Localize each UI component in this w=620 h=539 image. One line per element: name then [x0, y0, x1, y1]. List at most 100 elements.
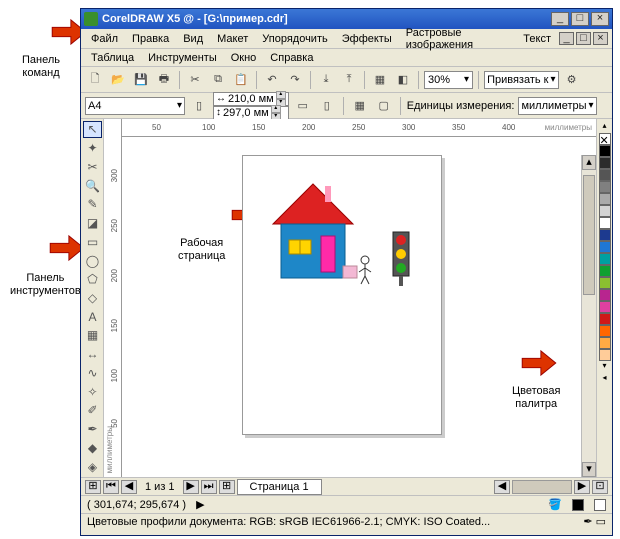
tool-rectangle[interactable]: ▭	[83, 233, 102, 250]
menu-arrange[interactable]: Упорядочить	[256, 31, 333, 47]
swatch[interactable]	[599, 277, 611, 289]
swatch[interactable]	[599, 181, 611, 193]
swatch[interactable]	[599, 169, 611, 181]
hscroll-right[interactable]: ▶	[574, 480, 590, 494]
tool-pick[interactable]: ↖	[83, 121, 102, 138]
cut-button[interactable]: ✂	[185, 70, 205, 90]
palette-scroll-down[interactable]: ▾	[602, 361, 606, 373]
tool-shape[interactable]: ✦	[83, 140, 102, 157]
tool-text[interactable]: A	[83, 308, 102, 325]
palette-flyout[interactable]: ◂	[602, 373, 606, 385]
export-button[interactable]: ⤒	[339, 70, 359, 90]
single-page-button[interactable]: ▢	[374, 96, 394, 116]
swatch[interactable]	[599, 337, 611, 349]
tool-zoom[interactable]: 🔍	[83, 177, 102, 194]
swatch[interactable]	[599, 289, 611, 301]
maximize-button[interactable]: □	[571, 12, 589, 26]
menu-text[interactable]: Текст	[517, 31, 557, 47]
scrollbar-vertical[interactable]: ▴ ▾	[581, 155, 596, 477]
last-page-button[interactable]: ⏭	[201, 480, 217, 494]
tool-interactive-fill[interactable]: ◈	[83, 458, 102, 475]
zoom-combo[interactable]: 30%▾	[424, 71, 473, 89]
menu-window[interactable]: Окно	[225, 50, 263, 66]
page-height-input[interactable]: ↕297,0 мм▴▾	[213, 106, 289, 120]
swatch[interactable]	[599, 157, 611, 169]
paper-size-combo[interactable]: A4▾	[85, 97, 185, 115]
tool-polygon[interactable]: ⬠	[83, 271, 102, 288]
tool-crop[interactable]: ✂	[83, 158, 102, 175]
swatch[interactable]	[599, 241, 611, 253]
page-width-input[interactable]: ↔210,0 мм▴▾	[213, 92, 289, 106]
annotation-tools-panel: Панель инструментов	[10, 272, 81, 298]
portrait-button[interactable]: ▭	[293, 96, 313, 116]
next-page-button[interactable]: ▶	[183, 480, 199, 494]
swatch[interactable]	[599, 349, 611, 361]
menu-help[interactable]: Справка	[264, 50, 319, 66]
welcome-button[interactable]: ◧	[393, 70, 413, 90]
add-page-after-button[interactable]: ⊞	[219, 480, 235, 494]
first-page-button[interactable]: ⏮	[103, 480, 119, 494]
hscroll-left[interactable]: ◀	[494, 480, 510, 494]
menu-edit[interactable]: Правка	[126, 31, 175, 47]
tool-eyedropper[interactable]: ✐	[83, 402, 102, 419]
menu-tools[interactable]: Инструменты	[142, 50, 223, 66]
menu-bitmaps[interactable]: Растровые изображения	[400, 25, 516, 53]
tool-fill[interactable]: ◆	[83, 439, 102, 456]
tool-outline[interactable]: ✒	[83, 421, 102, 438]
copy-button[interactable]: ⧉	[208, 70, 228, 90]
prev-page-button[interactable]: ◀	[121, 480, 137, 494]
options-button[interactable]: ⚙	[562, 70, 582, 90]
fill-swatch[interactable]	[572, 499, 584, 511]
minimize-button[interactable]: _	[551, 12, 569, 26]
app-launcher-button[interactable]: ▦	[370, 70, 390, 90]
nav-flyout[interactable]: ⊡	[592, 480, 608, 494]
undo-button[interactable]: ↶	[262, 70, 282, 90]
outline-swatch[interactable]	[594, 499, 606, 511]
titlebar: CorelDRAW X5 @ - [G:\пример.cdr] _ □ ×	[81, 9, 612, 29]
landscape-button[interactable]: ▯	[317, 96, 337, 116]
units-combo[interactable]: миллиметры▾	[518, 97, 596, 115]
page-tab[interactable]: Страница 1	[237, 479, 322, 495]
menu-effects[interactable]: Эффекты	[336, 31, 398, 47]
swatch[interactable]	[599, 229, 611, 241]
tool-smart-fill[interactable]: ◪	[83, 215, 102, 232]
swatch[interactable]	[599, 253, 611, 265]
new-button[interactable]: 🗋	[85, 70, 105, 90]
child-maximize-button[interactable]: □	[576, 32, 591, 45]
swatch[interactable]	[599, 205, 611, 217]
swatch[interactable]	[599, 217, 611, 229]
import-button[interactable]: ⤓	[316, 70, 336, 90]
open-button[interactable]: 📂	[108, 70, 128, 90]
menu-file[interactable]: Файл	[85, 31, 124, 47]
child-minimize-button[interactable]: _	[559, 32, 574, 45]
swatch-none[interactable]: ✕	[599, 133, 611, 145]
close-button[interactable]: ×	[591, 12, 609, 26]
swatch[interactable]	[599, 325, 611, 337]
tool-table[interactable]: ▦	[83, 327, 102, 344]
add-page-button[interactable]: ⊞	[85, 480, 101, 494]
child-close-button[interactable]: ×	[593, 32, 608, 45]
swatch[interactable]	[599, 265, 611, 277]
tool-freehand[interactable]: ✎	[83, 196, 102, 213]
snap-combo[interactable]: Привязать к▾	[484, 71, 558, 89]
palette-scroll-up[interactable]: ▴	[602, 121, 606, 133]
swatch[interactable]	[599, 301, 611, 313]
tool-basic-shapes[interactable]: ◇	[83, 290, 102, 307]
save-button[interactable]: 💾	[131, 70, 151, 90]
redo-button[interactable]: ↷	[285, 70, 305, 90]
tool-connector[interactable]: ∿	[83, 365, 102, 382]
menu-layout[interactable]: Макет	[211, 31, 254, 47]
tool-dimension[interactable]: ↔	[83, 346, 102, 363]
all-pages-button[interactable]: ▦	[350, 96, 370, 116]
orientation-portrait-button[interactable]: ▯	[189, 96, 209, 116]
hscroll-thumb[interactable]	[512, 480, 572, 494]
print-button[interactable]: 🖶	[154, 70, 174, 90]
tool-interactive[interactable]: ✧	[83, 383, 102, 400]
swatch[interactable]	[599, 313, 611, 325]
menu-view[interactable]: Вид	[177, 31, 209, 47]
swatch[interactable]	[599, 193, 611, 205]
canvas[interactable]: Рабочая страница Цветовая палитра	[122, 137, 596, 477]
tool-ellipse[interactable]: ◯	[83, 252, 102, 269]
menu-table[interactable]: Таблица	[85, 50, 140, 66]
paste-button[interactable]: 📋	[231, 70, 251, 90]
